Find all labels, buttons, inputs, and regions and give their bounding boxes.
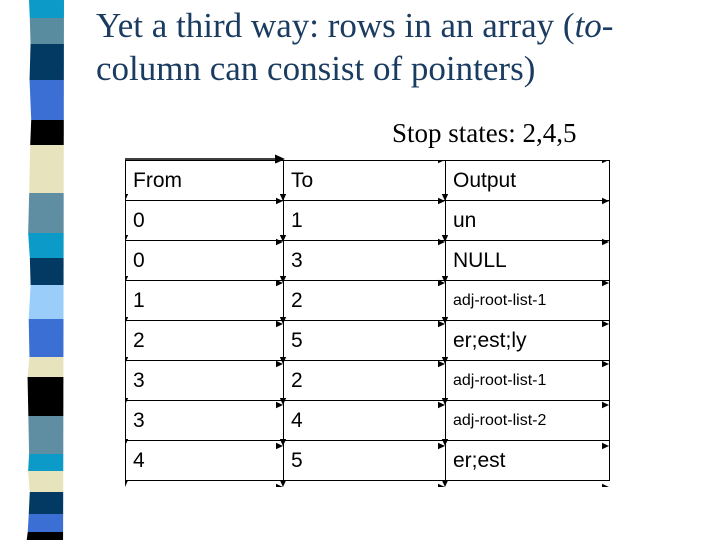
cell-from: 4: [125, 440, 284, 481]
cell-from: 1: [125, 280, 284, 321]
stop-states-label: Stop states: 2,4,5: [392, 118, 577, 148]
cell-to: 2: [283, 280, 446, 321]
stripe-band: [26, 532, 64, 540]
cell-to: 3: [283, 240, 446, 281]
stripe-band: [28, 416, 64, 454]
stripe-band: [29, 258, 64, 285]
column-header-output: Output: [445, 160, 610, 201]
cell-from: 0: [125, 200, 284, 241]
stripe-band: [30, 120, 64, 145]
stripe-band: [29, 145, 64, 193]
cell-from: 3: [125, 400, 284, 441]
cell-from: 0: [125, 240, 284, 281]
cell-output: er;est;ly: [445, 320, 610, 361]
stripe-band: [29, 18, 64, 44]
cell-from: 3: [125, 360, 284, 401]
cell-to: 1: [283, 200, 446, 241]
table-header-row: From To Output: [125, 160, 610, 201]
slide-title: Yet a third way: rows in an array (to-co…: [96, 4, 708, 90]
stripe-band: [28, 454, 64, 471]
stripe-band: [28, 492, 64, 514]
stripe-band: [29, 0, 64, 18]
stripe-band: [29, 44, 64, 80]
cell-to: 2: [283, 360, 446, 401]
stripe-band: [28, 233, 64, 258]
cell-output: un: [445, 200, 610, 241]
column-header-from: From: [125, 160, 284, 201]
left-color-bar: [26, 0, 64, 540]
table-row: 0 1 un: [125, 200, 610, 241]
stripe-band: [27, 357, 64, 377]
stripe-band: [28, 471, 64, 492]
stripe-band: [28, 193, 64, 233]
table-row: 0 3 NULL: [125, 240, 610, 281]
cell-output: er;est: [445, 440, 610, 481]
transition-table: From To Output 0 1 un 0 3 NULL 1 2 adj-root-list…: [125, 160, 610, 481]
cell-output: NULL: [445, 240, 610, 281]
cell-to: 5: [283, 320, 446, 361]
stripe-band: [28, 285, 64, 319]
table-row: 4 5 er;est: [125, 440, 610, 481]
stripe-band: [29, 80, 64, 120]
cell-output: adj-root-list-2: [445, 400, 610, 441]
cell-from: 2: [125, 320, 284, 361]
cell-output: adj-root-list-1: [445, 280, 610, 321]
slide-title-italic-to: to: [574, 6, 602, 45]
stripe-band: [27, 514, 64, 532]
table-row: 3 2 adj-root-list-1: [125, 360, 610, 401]
stripe-band: [28, 319, 64, 357]
table-row: 3 4 adj-root-list-2: [125, 400, 610, 441]
cell-to: 5: [283, 440, 446, 481]
stripe-band: [27, 377, 64, 416]
table-row: 2 5 er;est;ly: [125, 320, 610, 361]
slide-title-text-1: Yet a third way: rows in an array (: [96, 6, 575, 45]
cell-to: 4: [283, 400, 446, 441]
transition-table-wrapper: From To Output 0 1 un 0 3 NULL 1 2 adj-root-list…: [125, 160, 610, 487]
column-header-to: To: [283, 160, 446, 201]
cell-output: adj-root-list-1: [445, 360, 610, 401]
table-row: 1 2 adj-root-list-1: [125, 280, 610, 321]
